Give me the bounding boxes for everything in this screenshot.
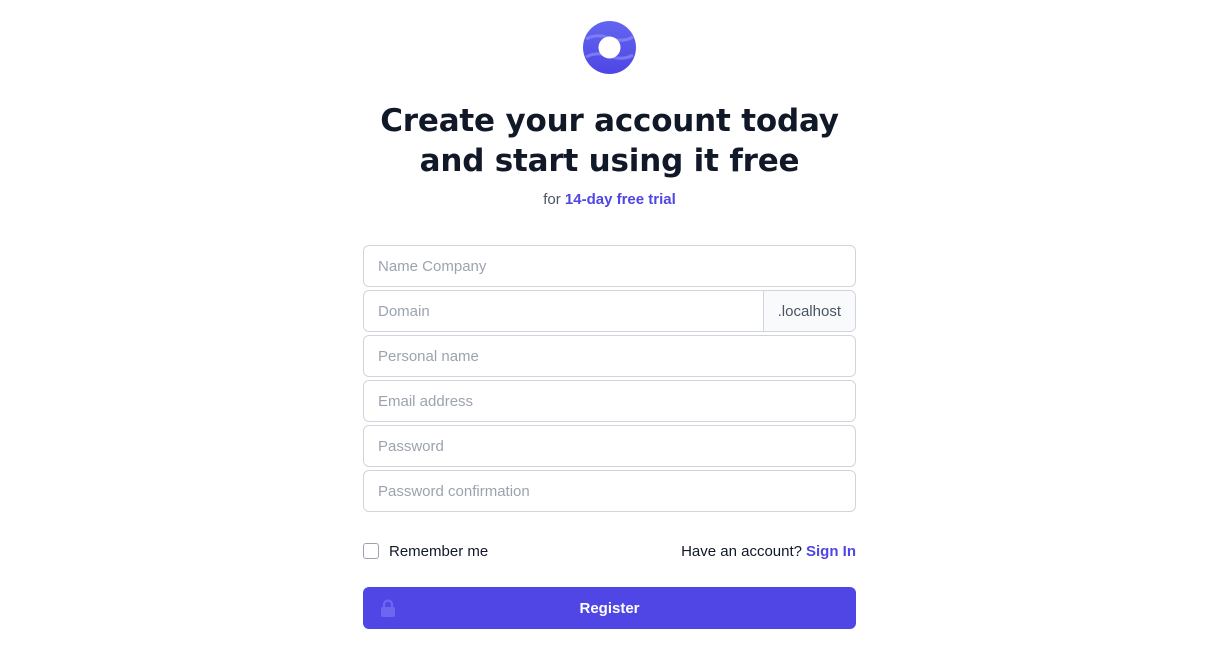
lock-icon [381,599,395,617]
personal-name-input[interactable] [364,336,855,376]
domain-field: .localhost [363,290,856,332]
register-form: .localhost [363,245,856,515]
register-button[interactable]: Register [363,587,856,629]
password-confirmation-field [363,470,856,512]
password-confirmation-input[interactable] [364,471,855,511]
trial-subtitle-accent: 14-day free trial [564,191,676,208]
page-title-line-2: and start using it free [419,143,800,179]
email-input[interactable] [364,381,855,421]
brand-logo-icon [583,21,636,74]
have-account-text: Have an account? [681,542,802,560]
page-title: Create your account today and start usin… [0,101,1219,181]
remember-me-checkbox[interactable] [363,543,379,559]
email-field [363,380,856,422]
domain-input[interactable] [364,291,763,331]
password-field [363,425,856,467]
signin-link[interactable]: Sign In [806,543,856,560]
trial-subtitle-prefix: for [543,191,561,208]
password-input[interactable] [364,426,855,466]
personal-name-field [363,335,856,377]
domain-suffix: .localhost [762,291,855,331]
page-title-line-1: Create your account today [380,103,839,139]
company-field [363,245,856,287]
company-input[interactable] [364,246,855,286]
register-button-label: Register [579,599,640,617]
form-options-row: Remember me Have an account? Sign In [363,540,856,562]
remember-me-label: Remember me [389,542,489,560]
register-page: Create your account today and start usin… [0,0,1231,645]
trial-subtitle: for 14-day free trial [0,190,1219,210]
remember-me[interactable]: Remember me [363,543,488,560]
signin-prompt: Have an account? Sign In [681,543,856,560]
